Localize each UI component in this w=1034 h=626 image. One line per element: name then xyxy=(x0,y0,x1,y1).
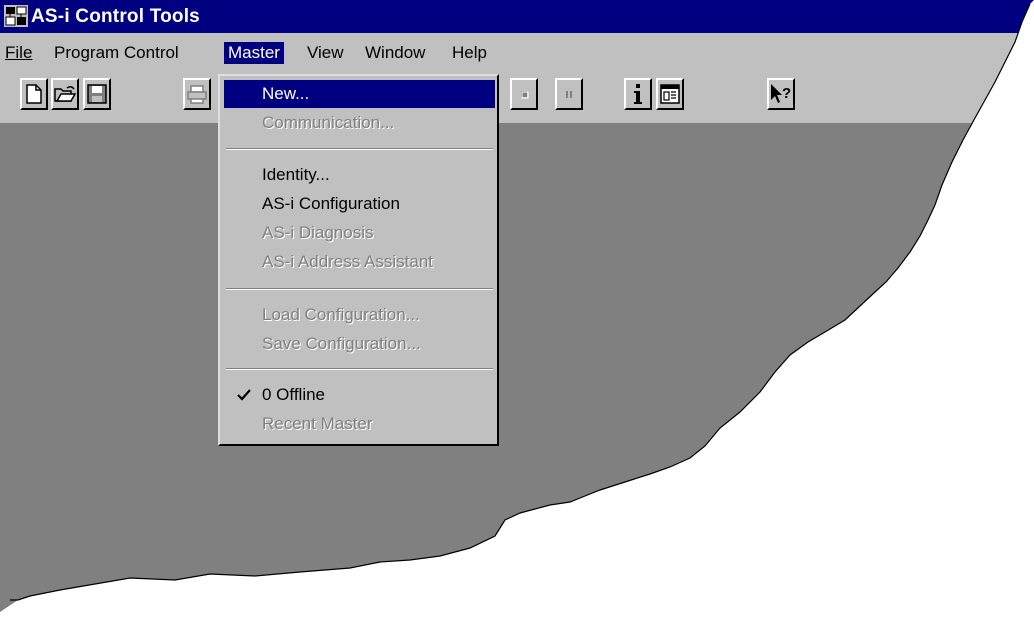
window-title: AS-i Control Tools xyxy=(31,6,200,27)
menu-item-asi-configuration[interactable]: AS-i Configuration xyxy=(224,190,495,218)
menu-item-offline-label: 0 Offline xyxy=(262,385,326,404)
menu-item-asi-configuration-label: AS-i Configuration xyxy=(262,194,400,213)
menu-program-control-label: Program Control xyxy=(54,43,179,62)
title-bar[interactable]: AS-i Control Tools xyxy=(0,0,1034,33)
open-folder-icon xyxy=(54,85,76,103)
menu-separator xyxy=(226,368,493,370)
menu-item-recent-master-label: Recent Master xyxy=(262,414,373,433)
menu-file-label: File xyxy=(5,43,33,62)
menu-master[interactable]: Master xyxy=(224,42,284,64)
menu-item-asi-diagnosis[interactable]: AS-i Diagnosis xyxy=(224,219,495,247)
menu-program-control[interactable]: Program Control xyxy=(50,42,183,64)
print-button[interactable] xyxy=(183,78,211,110)
window-view-button[interactable] xyxy=(656,78,684,110)
svg-text:?: ? xyxy=(782,85,791,102)
menu-item-new-label: New... xyxy=(262,84,310,103)
menu-view-label: View xyxy=(307,43,344,62)
menu-item-asi-address-assistant-label: AS-i Address Assistant xyxy=(262,252,434,271)
menu-item-recent-master[interactable]: Recent Master xyxy=(224,410,495,438)
menu-item-identity-label: Identity... xyxy=(262,165,330,184)
menu-item-communication[interactable]: Communication... xyxy=(224,109,495,137)
save-disk-icon xyxy=(87,84,107,104)
menu-file[interactable]: File xyxy=(1,42,36,64)
window-view-icon xyxy=(660,84,680,104)
menu-window[interactable]: Window xyxy=(361,42,429,64)
toolbar: ? xyxy=(0,71,1034,123)
application-window: AS-i Control Tools File Program Control … xyxy=(0,0,1034,626)
menu-separator xyxy=(226,148,493,150)
info-button[interactable] xyxy=(624,78,652,110)
menu-help[interactable]: Help xyxy=(448,42,491,64)
menu-item-asi-diagnosis-label: AS-i Diagnosis xyxy=(262,223,374,242)
menu-separator xyxy=(226,288,493,290)
new-button[interactable] xyxy=(20,78,48,110)
menu-item-new[interactable]: New... xyxy=(224,80,495,108)
context-help-button[interactable]: ? xyxy=(767,78,795,110)
new-document-icon xyxy=(26,84,42,104)
context-help-icon: ? xyxy=(769,83,793,105)
menu-item-load-configuration[interactable]: Load Configuration... xyxy=(224,301,495,329)
save-button[interactable] xyxy=(83,78,111,110)
as-i-app-icon xyxy=(4,5,28,27)
menu-item-load-configuration-label: Load Configuration... xyxy=(262,305,420,324)
pause-button[interactable] xyxy=(555,78,583,110)
menu-item-communication-label: Communication... xyxy=(262,113,395,132)
menu-bar: File Program Control Master View Window … xyxy=(0,33,1034,71)
menu-window-label: Window xyxy=(365,43,426,62)
menu-view[interactable]: View xyxy=(303,42,348,64)
menu-item-save-configuration-label: Save Configuration... xyxy=(262,334,421,353)
menu-item-save-configuration[interactable]: Save Configuration... xyxy=(224,330,495,358)
menu-help-label: Help xyxy=(452,43,487,62)
print-icon xyxy=(186,84,208,104)
info-icon xyxy=(633,83,643,105)
stop-button[interactable] xyxy=(510,78,538,110)
master-dropdown-menu: New... Communication... Identity... AS-i… xyxy=(218,74,499,446)
pause-icon xyxy=(564,89,574,99)
menu-master-label: Master xyxy=(228,43,280,62)
open-button[interactable] xyxy=(51,78,79,110)
menu-item-offline[interactable]: 0 Offline xyxy=(224,381,495,409)
menu-item-identity[interactable]: Identity... xyxy=(224,161,495,189)
stop-icon xyxy=(519,89,529,99)
menu-item-asi-address-assistant[interactable]: AS-i Address Assistant xyxy=(224,248,495,276)
mdi-workspace[interactable] xyxy=(0,123,1034,626)
